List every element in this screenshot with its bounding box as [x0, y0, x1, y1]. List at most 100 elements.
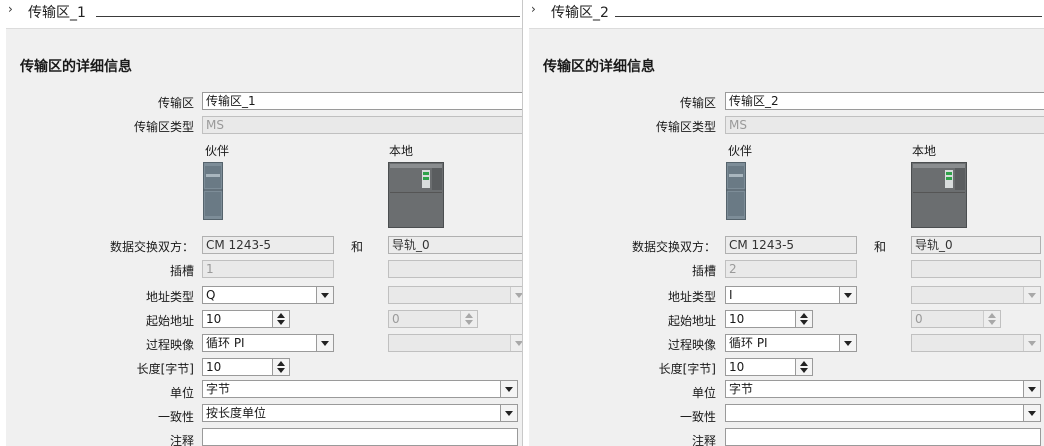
area-type-select-value: MS: [206, 118, 224, 132]
process-image-label: 过程映像: [667, 338, 716, 352]
local-start-address-input: 0: [388, 310, 478, 328]
panel-title: 传输区的详细信息: [20, 59, 132, 75]
partner-slot-field-value: 2: [729, 262, 737, 276]
start-address-label: 起始地址: [667, 314, 716, 328]
length-input[interactable]: 10: [202, 358, 290, 376]
area-name-input-value: 传输区_1: [206, 94, 256, 108]
partner-module-icon: [203, 162, 223, 220]
area-name-label: 传输区: [679, 96, 716, 110]
address-type-label: 地址类型: [145, 290, 194, 304]
start-address-input-value: 10: [206, 312, 222, 326]
panel-title: 传输区的详细信息: [543, 59, 655, 75]
partner-device-field-value: CM 1243-5: [729, 238, 795, 252]
address-type-label: 地址类型: [667, 290, 716, 304]
dropdown-arrow-icon[interactable]: [510, 287, 522, 303]
unit-label: 单位: [691, 386, 716, 400]
length-input-value: 10: [729, 360, 745, 374]
section-header-title: 传输区_1: [28, 5, 86, 21]
area-name-input[interactable]: 传输区_2: [725, 92, 1044, 110]
consistency-select-value: 按长度单位: [206, 406, 267, 420]
comment-input[interactable]: [202, 428, 518, 446]
consistency-select[interactable]: [725, 404, 1041, 422]
process-image-select[interactable]: 循环 PI: [202, 334, 334, 352]
partner-device-field: CM 1243-5: [202, 236, 334, 254]
consistency-select[interactable]: 按长度单位: [202, 404, 518, 422]
unit-select[interactable]: 字节: [202, 380, 518, 398]
local-start-address-input-value: 0: [392, 312, 400, 326]
dropdown-arrow-icon[interactable]: [839, 335, 856, 351]
length-input[interactable]: 10: [725, 358, 813, 376]
unit-select[interactable]: 字节: [725, 380, 1041, 398]
consistency-label: 一致性: [679, 410, 716, 424]
slot-label: 插槽: [169, 264, 194, 278]
local-slot-field: [911, 260, 1041, 278]
area-type-label: 传输区类型: [133, 120, 194, 134]
unit-label: 单位: [169, 386, 194, 400]
length-label: 长度[字节]: [658, 362, 716, 376]
local-address-type-select: [388, 286, 522, 304]
start-address-input-value: 10: [729, 312, 745, 326]
local-device-field-value: 导轨_0: [392, 238, 430, 252]
section-header[interactable]: › 传输区_1: [0, 0, 522, 22]
address-type-select-value: Q: [206, 288, 216, 302]
spinner-icon[interactable]: [272, 311, 289, 327]
and-label: 和: [351, 240, 364, 254]
start-address-input[interactable]: 10: [202, 310, 290, 328]
spinner-icon[interactable]: [795, 359, 812, 375]
transfer-area-pane: › 传输区_2 传输区的详细信息 传输区 传输区_2 传输区类型 MS 伙伴 本…: [522, 0, 1044, 446]
dropdown-arrow-icon[interactable]: [1023, 287, 1040, 303]
dropdown-arrow-icon[interactable]: [316, 335, 333, 351]
start-address-input[interactable]: 10: [725, 310, 813, 328]
partner-column-label: 伙伴: [728, 144, 753, 158]
area-name-input-value: 传输区_2: [729, 94, 779, 108]
length-label: 长度[字节]: [136, 362, 194, 376]
comment-label: 注释: [169, 434, 194, 446]
local-slot-field: [388, 260, 522, 278]
local-start-address-input: 0: [911, 310, 1001, 328]
partner-module-icon: [726, 162, 746, 220]
local-column-label: 本地: [912, 144, 937, 158]
dropdown-arrow-icon[interactable]: [316, 287, 333, 303]
address-type-select[interactable]: I: [725, 286, 857, 304]
partner-column-label: 伙伴: [205, 144, 230, 158]
comment-label: 注释: [691, 434, 716, 446]
header-divider: [615, 16, 1042, 17]
spinner-icon[interactable]: [983, 311, 1000, 327]
consistency-label: 一致性: [157, 410, 194, 424]
local-device-field-value: 导轨_0: [915, 238, 953, 252]
chevron-right-icon[interactable]: ›: [531, 2, 536, 16]
dropdown-arrow-icon[interactable]: [1023, 405, 1040, 421]
process-image-select-value: 循环 PI: [206, 336, 245, 350]
local-device-field: 导轨_0: [911, 236, 1041, 254]
area-type-select: MS: [202, 116, 522, 134]
partner-device-field: CM 1243-5: [725, 236, 857, 254]
exchange-partners-label: 数据交换双方：: [631, 240, 716, 254]
and-label: 和: [874, 240, 887, 254]
local-start-address-input-value: 0: [915, 312, 923, 326]
dropdown-arrow-icon[interactable]: [839, 287, 856, 303]
comment-input[interactable]: [725, 428, 1041, 446]
chevron-right-icon[interactable]: ›: [8, 2, 13, 16]
local-address-type-select: [911, 286, 1041, 304]
partner-slot-field: 1: [202, 260, 334, 278]
dropdown-arrow-icon[interactable]: [1023, 335, 1040, 351]
spinner-icon[interactable]: [272, 359, 289, 375]
process-image-select[interactable]: 循环 PI: [725, 334, 857, 352]
spinner-icon[interactable]: [795, 311, 812, 327]
process-image-label: 过程映像: [145, 338, 194, 352]
address-type-select[interactable]: Q: [202, 286, 334, 304]
partner-slot-field: 2: [725, 260, 857, 278]
slot-label: 插槽: [691, 264, 716, 278]
area-type-select: MS: [725, 116, 1044, 134]
dropdown-arrow-icon[interactable]: [500, 405, 517, 421]
section-header[interactable]: › 传输区_2: [523, 0, 1044, 22]
address-type-select-value: I: [729, 288, 733, 302]
local-process-image-select: [911, 334, 1041, 352]
dropdown-arrow-icon[interactable]: [1023, 381, 1040, 397]
unit-select-value: 字节: [206, 382, 231, 396]
dropdown-arrow-icon[interactable]: [510, 335, 522, 351]
spinner-icon[interactable]: [460, 311, 477, 327]
dropdown-arrow-icon[interactable]: [500, 381, 517, 397]
partner-device-field-value: CM 1243-5: [206, 238, 272, 252]
area-name-input[interactable]: 传输区_1: [202, 92, 522, 110]
